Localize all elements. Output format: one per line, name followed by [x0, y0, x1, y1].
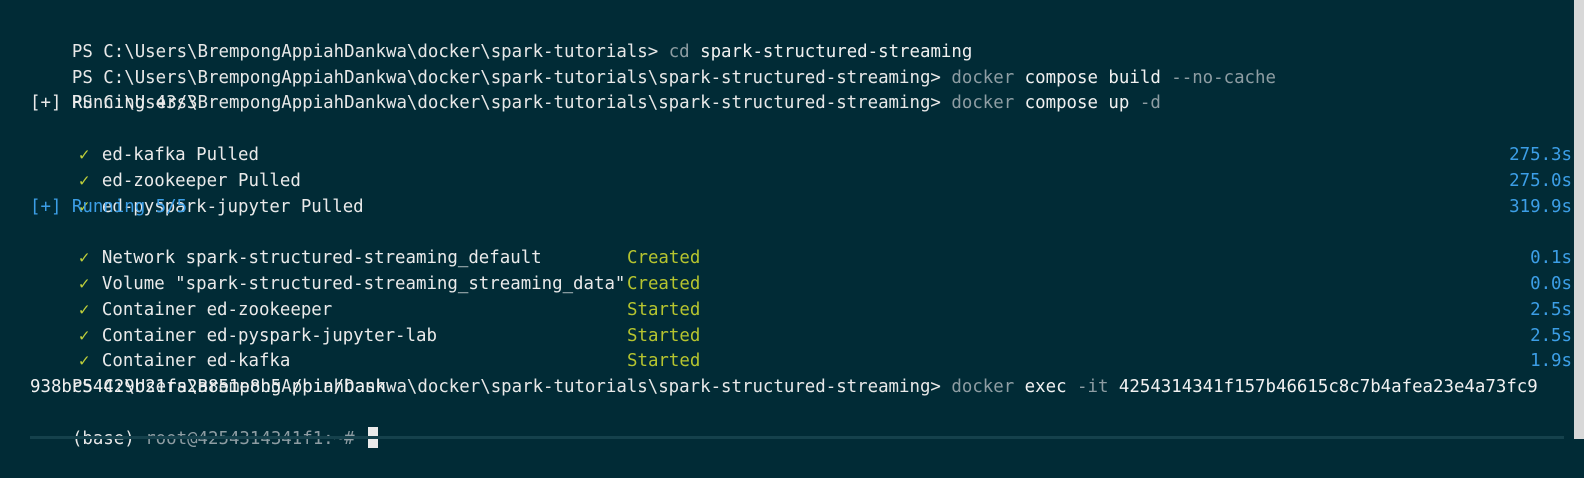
run-item: ✓ Volume "spark-structured-streaming_stre… — [30, 246, 1572, 294]
command-line: PS C:\Users\BrempongAppiahDankwa\docker\… — [30, 66, 1572, 113]
run-progress-header: [+] Running 5/5 — [30, 196, 188, 217]
build-item: ✓ ed-zookeeper Pulled 275.0s — [30, 143, 1572, 191]
build-item: ✓ ed-kafka Pulled 275.3s — [30, 117, 1572, 165]
run-item: ✓ Container ed-zookeeper Started 2.5s — [30, 272, 1572, 320]
run-item: ✓ Container ed-kafka Started 1.9s — [30, 324, 1572, 371]
exec-command-line: PS C:\Users\BrempongAppiahDankwa\docker\… — [30, 349, 1572, 397]
command-line: PS C:\Users\BrempongAppiahDankwa\docker\… — [30, 40, 1572, 88]
command-line: PS C:\Users\BrempongAppiahDankwa\docker\… — [30, 14, 1572, 62]
run-item: ✓ Network spark-structured-streaming_defa… — [30, 220, 1572, 268]
build-item: ✓ ed-pyspark-jupyter Pulled 319.9s — [30, 169, 1572, 217]
run-item: ✓ Container ed-pyspark-jupyter-lab Started… — [30, 298, 1572, 346]
shell-prompt-line[interactable]: (base) root@4254314341f1:~# — [30, 401, 1572, 449]
exec-command-continuation: 938bc54429b21fa2a851e8b5 /bin/bash — [30, 377, 386, 398]
build-progress-header: [+] Running 43/3 — [30, 93, 198, 114]
terminal-output[interactable]: PS C:\Users\BrempongAppiahDankwa\docker\… — [30, 14, 1572, 449]
scrollbar[interactable] — [1574, 0, 1584, 439]
